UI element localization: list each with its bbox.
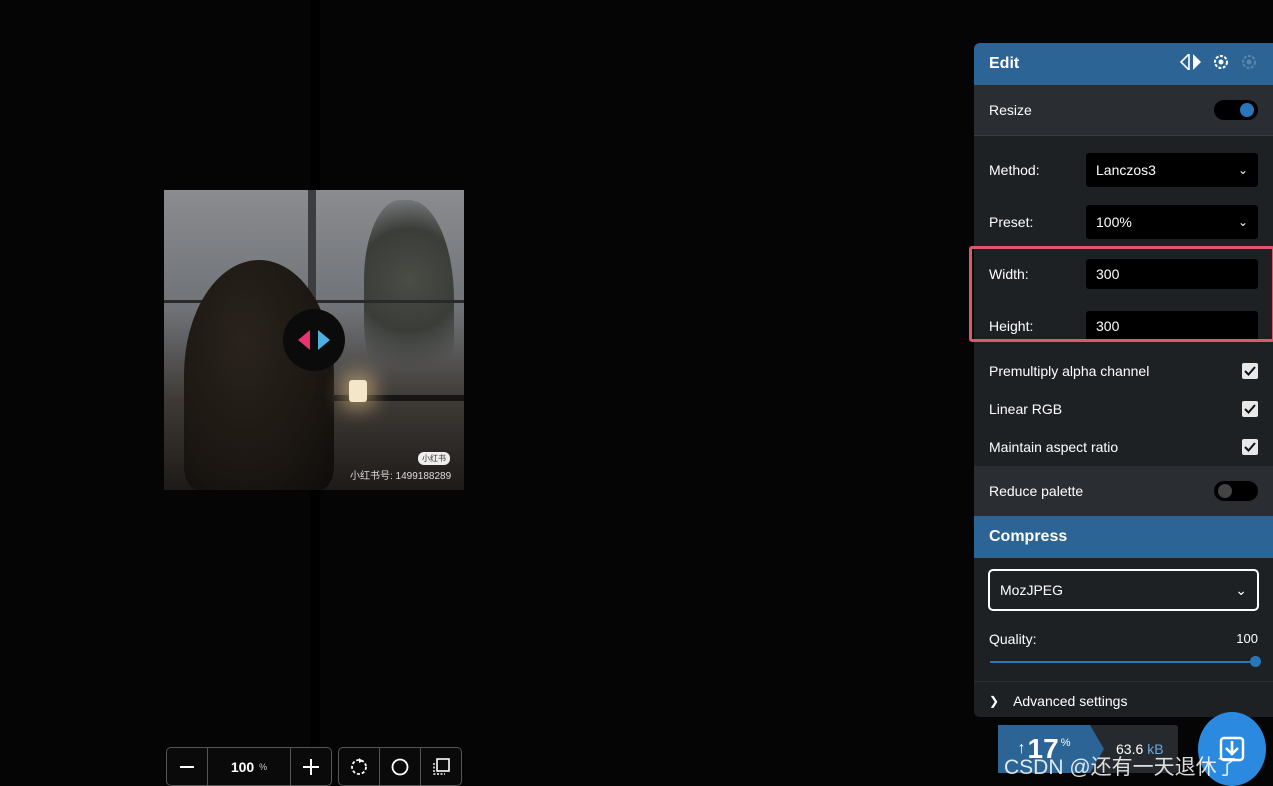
linear-rgb-label: Linear RGB — [989, 401, 1063, 417]
gear-disabled-icon — [1242, 54, 1256, 69]
aspect-ratio-row: Maintain aspect ratio — [974, 428, 1273, 466]
settings-panel: Edit Resize Method: Lanczos3 ⌄ Preset: 1… — [974, 43, 1273, 717]
zoom-value-input[interactable]: 100% — [208, 748, 291, 785]
rotate-button[interactable] — [339, 748, 380, 785]
reduce-palette-toggle[interactable] — [1214, 481, 1258, 501]
quality-slider-thumb[interactable] — [1250, 656, 1261, 667]
image-candle — [349, 380, 367, 402]
image-person — [184, 260, 334, 490]
zoom-toolbar: 100% — [166, 747, 462, 786]
linear-rgb-row: Linear RGB — [974, 390, 1273, 428]
quality-row: Quality: 100 — [974, 631, 1273, 647]
swap-sides-button[interactable] — [1179, 51, 1202, 75]
preset-select[interactable]: 100% ⌄ — [1086, 205, 1258, 239]
check-icon — [1244, 404, 1256, 414]
toggle-knob — [1240, 103, 1254, 117]
plus-icon — [303, 758, 319, 775]
check-icon — [1244, 442, 1256, 452]
quality-value: 100 — [1236, 631, 1258, 646]
preset-label: Preset: — [989, 214, 1034, 230]
advanced-settings-label: Advanced settings — [1013, 693, 1128, 709]
copy-settings-button[interactable] — [1240, 53, 1258, 76]
resize-row: Resize — [974, 85, 1273, 136]
layers-icon — [433, 757, 450, 775]
gear-icon — [1214, 54, 1228, 69]
method-label: Method: — [989, 162, 1040, 178]
background-toggle-button[interactable] — [380, 748, 421, 785]
linear-rgb-checkbox[interactable] — [1242, 401, 1258, 417]
zoom-value: 100 — [230, 758, 255, 775]
codec-select[interactable]: MozJPEG ⌄ — [988, 569, 1259, 611]
chevron-down-icon: ⌄ — [1235, 581, 1247, 598]
check-icon — [1244, 366, 1256, 376]
premultiply-row: Premultiply alpha channel — [974, 352, 1273, 390]
method-row: Method: Lanczos3 ⌄ — [974, 144, 1273, 196]
premultiply-checkbox[interactable] — [1242, 363, 1258, 379]
zoom-group: 100% — [166, 747, 332, 786]
circle-icon — [391, 758, 409, 775]
view-tools-group — [338, 747, 462, 786]
edit-title: Edit — [989, 55, 1020, 72]
rotate-icon — [351, 757, 367, 775]
compress-header: Compress — [974, 516, 1273, 558]
zoom-out-button[interactable] — [167, 748, 208, 785]
edit-header-icons — [1179, 51, 1258, 76]
resize-toggle[interactable] — [1214, 100, 1258, 120]
premultiply-label: Premultiply alpha channel — [989, 363, 1150, 379]
reduce-palette-row: Reduce palette — [974, 466, 1273, 516]
aspect-ratio-checkbox[interactable] — [1242, 439, 1258, 455]
quality-label: Quality: — [989, 631, 1037, 647]
chevron-down-icon: ⌄ — [1237, 215, 1248, 229]
method-value: Lanczos3 — [1096, 162, 1156, 178]
swap-arrows-icon — [1179, 51, 1201, 72]
watermark-badge: 小红书 — [418, 452, 450, 465]
minus-icon — [180, 765, 194, 768]
preset-value: 100% — [1096, 214, 1132, 230]
side-by-side-button[interactable] — [421, 748, 461, 785]
dimension-highlight-box — [969, 246, 1273, 342]
reduce-palette-label: Reduce palette — [989, 483, 1084, 499]
compress-title: Compress — [989, 528, 1068, 545]
compare-slider-handle[interactable] — [283, 309, 345, 371]
preset-row: Preset: 100% ⌄ — [974, 196, 1273, 248]
quality-slider[interactable] — [990, 656, 1261, 667]
aspect-ratio-label: Maintain aspect ratio — [989, 439, 1119, 455]
arrow-left-icon — [298, 330, 310, 350]
arrow-right-icon — [318, 330, 330, 350]
import-settings-button[interactable] — [1212, 53, 1230, 76]
zoom-unit: % — [259, 761, 268, 772]
toggle-knob — [1218, 484, 1232, 498]
zoom-in-button[interactable] — [291, 748, 331, 785]
percent-symbol: % — [1060, 737, 1071, 749]
watermark-text: 小红书号: 1499188289 — [350, 471, 452, 482]
image-table — [314, 395, 464, 401]
chevron-down-icon: ⌄ — [1237, 163, 1248, 177]
edit-header: Edit — [974, 43, 1273, 85]
resize-label: Resize — [989, 102, 1032, 118]
method-select[interactable]: Lanczos3 ⌄ — [1086, 153, 1258, 187]
chevron-right-icon: ❯ — [989, 694, 1000, 708]
codec-value: MozJPEG — [1000, 582, 1064, 598]
credit-watermark: CSDN @还有一天退休了 — [1004, 756, 1238, 779]
